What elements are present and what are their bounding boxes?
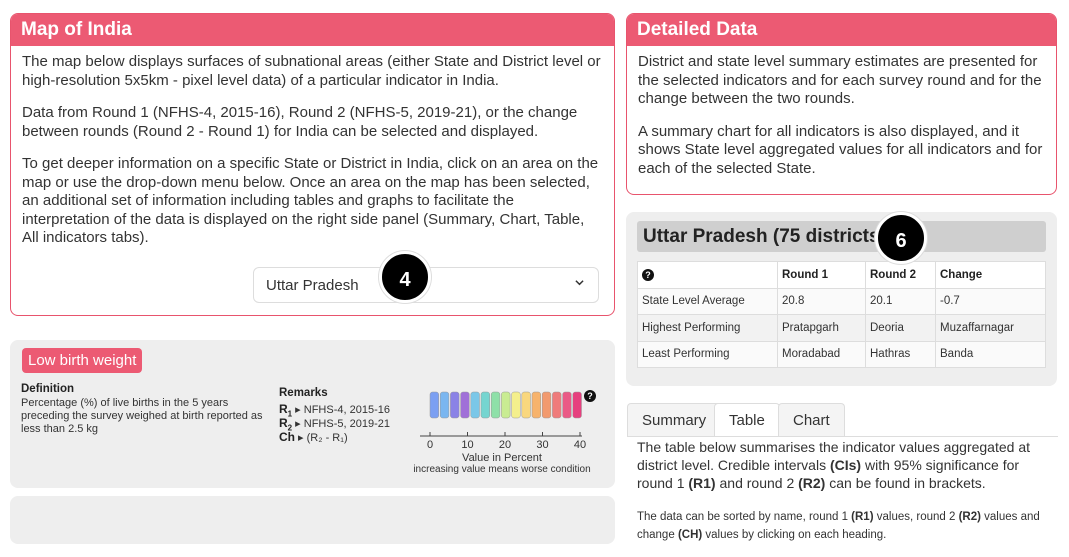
tab-chart[interactable]: Chart [778,403,845,437]
legend-tick-label: 20 [499,439,511,451]
map-intro-text: The map below displays surfaces of subna… [22,53,601,89]
legend-swatch [460,391,470,419]
help-icon[interactable]: ? [584,390,596,402]
state-select-value: Uttar Pradesh [266,277,359,294]
col-header-round1[interactable]: Round 1 [777,261,866,289]
legend-tick-label: 30 [536,439,548,451]
callout-4: 4 [379,251,431,303]
legend-swatch [470,391,480,419]
empty-card [10,496,615,544]
legend-tick-label: 0 [427,439,433,451]
legend-tick-label: 40 [574,439,586,451]
tab-divider [627,436,1058,437]
table-tab-sorting-note: The data can be sorted by name, round 1 … [637,511,1040,541]
tab-summary[interactable]: Summary [627,403,722,437]
row-label: Least Performing [637,340,778,368]
remark-row-ch: Ch ▸ (R₂ - R₁) [279,430,348,444]
row-label: State Level Average [637,287,778,315]
table-cell: Moradabad [777,340,866,368]
legend-swatch [552,391,562,419]
table-row: State Level Average 20.8 20.1 -0.7 [637,287,1046,315]
legend-swatch [439,391,450,419]
svg-text:?: ? [587,391,593,401]
table-cell: Banda [935,340,1046,368]
help-icon[interactable]: ? [642,268,654,281]
legend-swatch [501,391,511,419]
legend-swatch [572,391,582,419]
detail-panel-title: Detailed Data [627,14,1056,46]
legend-swatch [429,391,439,419]
table-cell: 20.1 [865,287,936,315]
table-row: Least Performing Moradabad Hathras Banda [637,340,1046,368]
table-cell: Hathras [865,340,936,368]
legend-swatch [531,391,541,419]
legend-caption: Value in Percent [462,452,542,464]
detailed-data-panel: Detailed Data District and state level s… [626,13,1057,195]
table-row: Highest Performing Pratapgarh Deoria Muz… [637,314,1046,342]
state-title: Uttar Pradesh (75 districts) [637,221,1046,252]
table-tab-description: The table below summarises the indicator… [637,439,1030,491]
col-header-change[interactable]: Change [935,261,1046,289]
definition-label: Definition [21,383,75,395]
legend-swatch [511,391,521,419]
map-of-india-panel: Map of India The map below displays surf… [10,13,615,316]
indicator-title-badge: Low birth weight [22,348,143,373]
legend-swatch [450,391,460,419]
detail-chart-text: A summary chart for all indicators is al… [638,122,1043,177]
col-header-round2[interactable]: Round 2 [865,261,936,289]
indicator-card: Low birth weight Definition Percentage (… [10,340,615,488]
remarks-label: Remarks [279,387,328,399]
color-legend: 0 10 20 30 40 ? [420,390,596,451]
legend-tick-label: 10 [461,439,473,451]
table-cell: 20.8 [777,287,866,315]
table-cell: Muzaffarnagar [935,314,1046,342]
definition-text: Percentage (%) of live births in the 5 y… [21,397,263,435]
tab-table[interactable]: Table [714,403,780,437]
legend-swatch [562,391,572,419]
map-panel-title: Map of India [11,14,614,46]
map-rounds-text: Data from Round 1 (NFHS-4, 2015-16), Rou… [22,104,578,140]
row-label: Highest Performing [637,314,778,342]
legend-swatch [541,391,552,419]
state-summary-card: Uttar Pradesh (75 districts) ? Round 1 R… [626,212,1057,386]
state-stats-table: ? Round 1 Round 2 Change State Level Ave… [637,261,1046,368]
map-instructions-text: To get deeper information on a specific … [22,155,599,246]
chevron-down-icon [575,280,584,286]
callout-6: 6 [875,212,927,264]
detail-summary-text: District and state level summary estimat… [638,53,1042,107]
legend-note: increasing value means worse condition [413,464,591,475]
legend-swatch [490,391,501,419]
table-cell: -0.7 [935,287,1046,315]
table-cell: Deoria [865,314,936,342]
legend-swatch [480,391,490,419]
table-cell: Pratapgarh [777,314,866,342]
legend-swatch [521,391,531,419]
